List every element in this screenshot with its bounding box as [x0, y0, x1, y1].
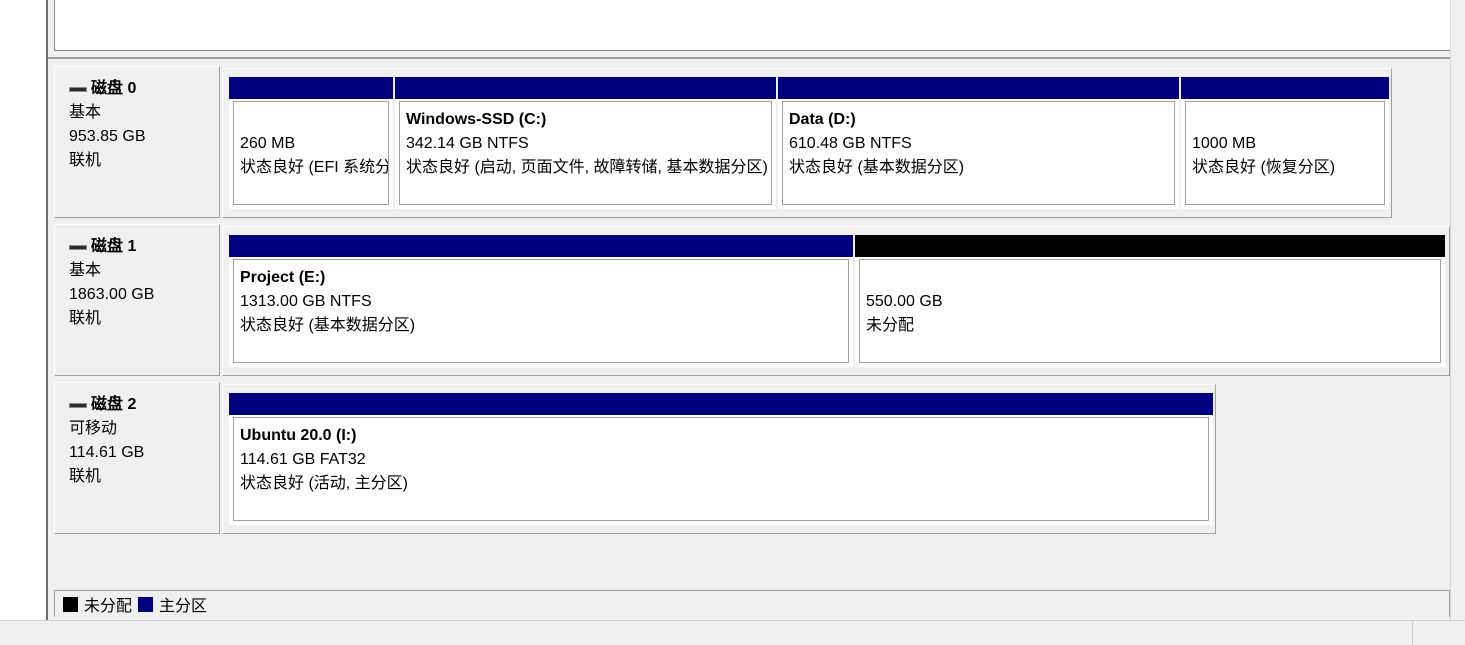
partition-title: Project (E:) [240, 269, 326, 286]
disk-title-2: 磁盘 2 [69, 393, 219, 417]
disk-name-label: 磁盘 0 [91, 80, 137, 97]
partition-i[interactable]: Ubuntu 20.0 (I:) 114.61 GB FAT32 状态良好 (活… [229, 393, 1213, 525]
partition-details: Project (E:) 1313.00 GB NTFS 状态良好 (基本数据分… [233, 259, 849, 363]
disk-graphical-view: 磁盘 0 基本 953.85 GB 联机 260 MB 状态良好 (EFI 系统… [54, 62, 1450, 590]
partition-color-bar [395, 77, 776, 99]
partition-details: Ubuntu 20.0 (I:) 114.61 GB FAT32 状态良好 (活… [233, 417, 1209, 521]
hard-disk-icon [69, 86, 87, 92]
partition-color-bar [778, 77, 1179, 99]
disk-size: 1863.00 GB [69, 286, 155, 303]
legend-label: 主分区 [159, 598, 208, 615]
partition-color-bar [855, 235, 1445, 257]
partition-color-bar [229, 235, 853, 257]
partition-status: 状态良好 (EFI 系统分区) [240, 159, 388, 176]
disk-status: 联机 [69, 152, 102, 169]
volume-list-pane[interactable] [54, 0, 1452, 51]
partition-color-bar [1181, 77, 1389, 99]
partition-status: 状态良好 (恢复分区) [1192, 159, 1336, 176]
legend-label: 未分配 [84, 598, 133, 615]
legend-swatch-unallocated [63, 596, 78, 612]
partition-recovery[interactable]: 1000 MB 状态良好 (恢复分区) [1181, 77, 1389, 209]
disk-row-1: 磁盘 1 基本 1863.00 GB 联机 Project (E:) 1313.… [54, 220, 1450, 377]
disk-management-main: 磁盘 0 基本 953.85 GB 联机 260 MB 状态良好 (EFI 系统… [48, 0, 1465, 620]
disk-status: 联机 [69, 310, 102, 327]
status-bar [0, 620, 1465, 645]
disk-info-1[interactable]: 磁盘 1 基本 1863.00 GB 联机 [54, 224, 220, 376]
vertical-scrollbar-edge[interactable] [1450, 0, 1465, 620]
partition-title: Ubuntu 20.0 (I:) [240, 427, 357, 444]
partition-unallocated[interactable]: 550.00 GB 未分配 [855, 235, 1445, 367]
partition-size: 610.48 GB NTFS [789, 135, 912, 152]
disk-name-label: 磁盘 1 [91, 238, 137, 255]
partition-status: 状态良好 (启动, 页面文件, 故障转储, 基本数据分区) [406, 159, 768, 176]
partition-e[interactable]: Project (E:) 1313.00 GB NTFS 状态良好 (基本数据分… [229, 235, 853, 367]
hard-disk-icon [69, 244, 87, 250]
partition-size: 114.61 GB FAT32 [240, 451, 366, 468]
legend-item-unallocated: 未分配 [63, 592, 132, 616]
disk-row-0: 磁盘 0 基本 953.85 GB 联机 260 MB 状态良好 (EFI 系统… [54, 62, 1450, 219]
legend-swatch-primary [138, 596, 154, 612]
disk-type: 基本 [69, 104, 102, 121]
partition-size: 260 MB [240, 135, 296, 152]
disk-title-1: 磁盘 1 [69, 235, 219, 259]
partition-color-bar [229, 393, 1213, 415]
partition-status: 状态良好 (活动, 主分区) [240, 475, 408, 492]
partition-status: 状态良好 (基本数据分区) [789, 159, 965, 176]
legend-item-primary: 主分区 [138, 592, 207, 616]
partition-details: 260 MB 状态良好 (EFI 系统分区) [233, 101, 389, 205]
partition-color-bar [229, 77, 393, 99]
partition-details: Data (D:) 610.48 GB NTFS 状态良好 (基本数据分区) [782, 101, 1175, 205]
partition-details: 550.00 GB 未分配 [859, 259, 1441, 363]
disk-row-2: 磁盘 2 可移动 114.61 GB 联机 Ubuntu 20.0 (I:) 1… [54, 378, 1450, 535]
pane-splitter[interactable] [48, 57, 1451, 59]
partition-details: Windows-SSD (C:) 342.14 GB NTFS 状态良好 (启动… [399, 101, 772, 205]
disk-size: 114.61 GB [69, 444, 145, 461]
partition-d[interactable]: Data (D:) 610.48 GB NTFS 状态良好 (基本数据分区) [778, 77, 1179, 209]
disk-type: 基本 [69, 262, 102, 279]
partition-size: 1000 MB [1192, 135, 1257, 152]
removable-disk-icon [69, 402, 87, 408]
legend: 未分配 主分区 [54, 591, 1450, 617]
disk-info-0[interactable]: 磁盘 0 基本 953.85 GB 联机 [54, 66, 220, 218]
partition-title: Data (D:) [789, 111, 856, 128]
disk-title-0: 磁盘 0 [69, 77, 219, 101]
left-pane [0, 0, 46, 620]
partition-size: 550.00 GB [866, 293, 943, 310]
disk-name-label: 磁盘 2 [91, 396, 137, 413]
partition-status: 未分配 [866, 317, 915, 334]
partition-efi[interactable]: 260 MB 状态良好 (EFI 系统分区) [229, 77, 393, 209]
partition-size: 1313.00 GB NTFS [240, 293, 372, 310]
disk-partition-area-0: 260 MB 状态良好 (EFI 系统分区) Windows-SSD (C:) … [222, 68, 1392, 218]
disk-size: 953.85 GB [69, 128, 146, 145]
disk-partition-area-1: Project (E:) 1313.00 GB NTFS 状态良好 (基本数据分… [222, 226, 1450, 376]
disk-partition-area-2: Ubuntu 20.0 (I:) 114.61 GB FAT32 状态良好 (活… [222, 384, 1216, 534]
partition-c[interactable]: Windows-SSD (C:) 342.14 GB NTFS 状态良好 (启动… [395, 77, 776, 209]
disk-info-2[interactable]: 磁盘 2 可移动 114.61 GB 联机 [54, 382, 220, 534]
disk-type: 可移动 [69, 420, 118, 437]
disk-status: 联机 [69, 468, 102, 485]
partition-status: 状态良好 (基本数据分区) [240, 317, 416, 334]
partition-title: Windows-SSD (C:) [406, 111, 547, 128]
status-bar-panel [1412, 621, 1465, 645]
partition-details: 1000 MB 状态良好 (恢复分区) [1185, 101, 1385, 205]
partition-size: 342.14 GB NTFS [406, 135, 529, 152]
